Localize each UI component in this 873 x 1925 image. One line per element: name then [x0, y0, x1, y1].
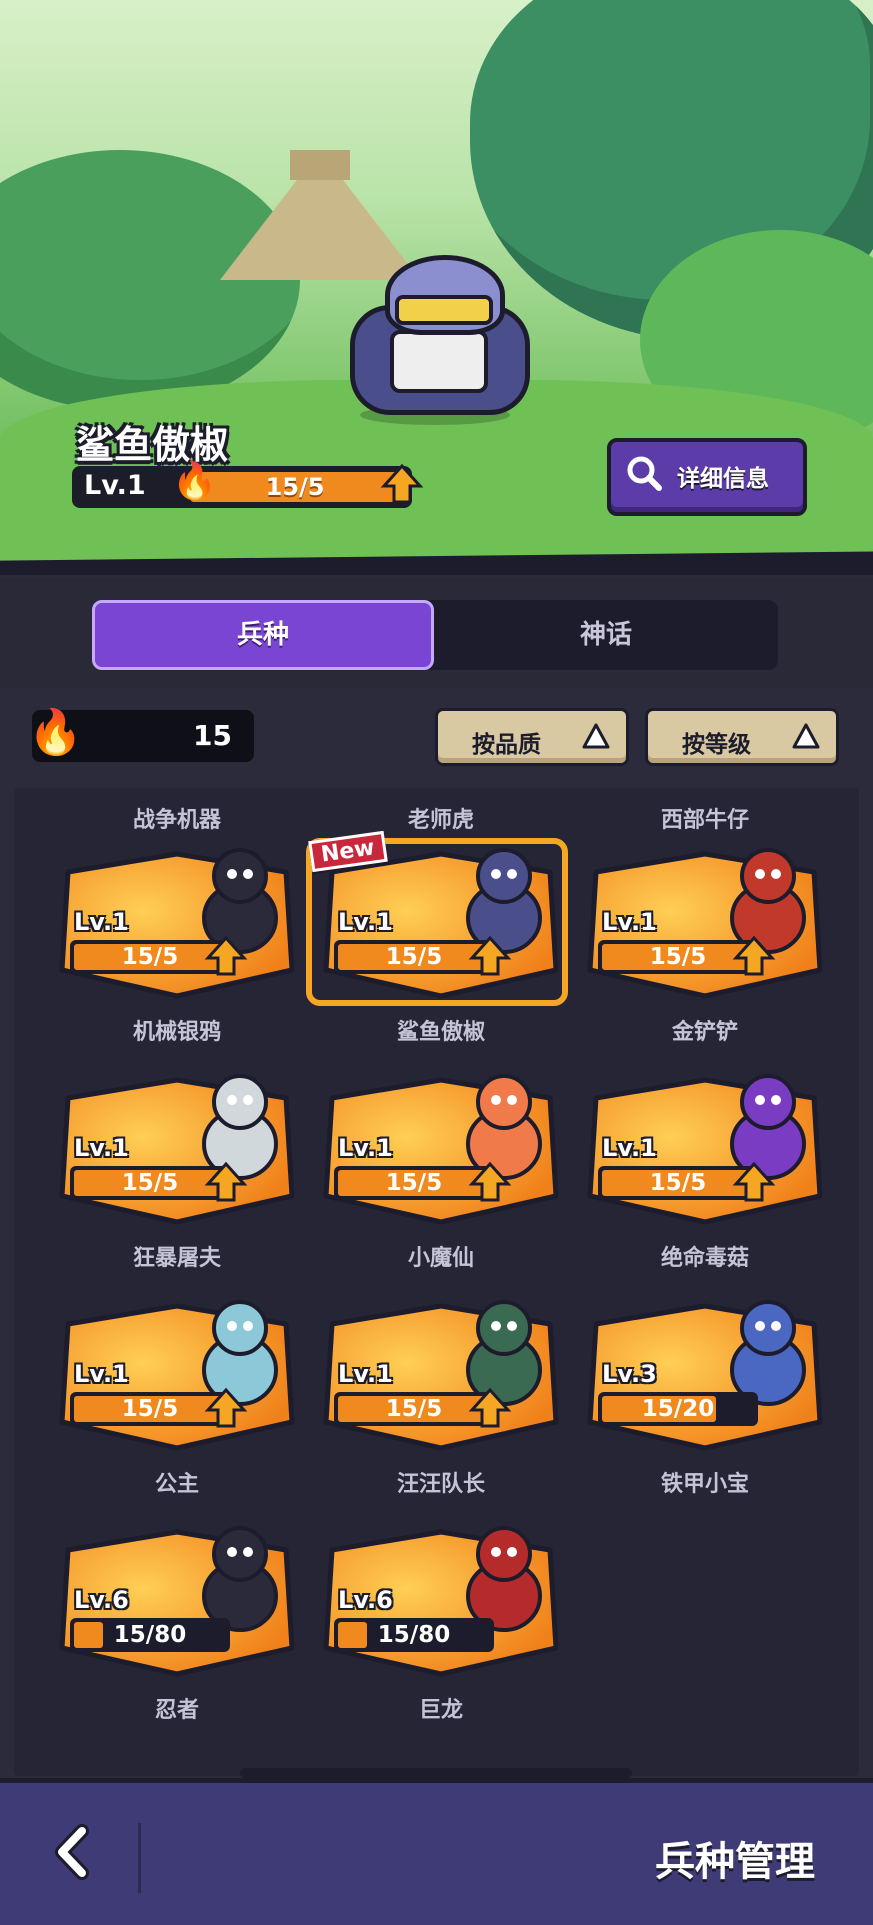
- card-name: 巨龙: [418, 1698, 463, 1723]
- card-name: 铁甲小宝: [660, 1472, 749, 1497]
- detail-info-button[interactable]: 详细信息: [607, 438, 807, 516]
- troop-card[interactable]: Lv.1 15/5: [54, 832, 300, 1000]
- troop-card[interactable]: Lv.1 15/5: [54, 1058, 300, 1226]
- bottom-bar: 兵种管理: [0, 1778, 873, 1925]
- bottom-divider: [138, 1823, 141, 1893]
- sort-by-quality-button[interactable]: 按品质: [435, 708, 629, 766]
- troop-card[interactable]: New Lv.1 15/5: [306, 830, 568, 1006]
- troop-card[interactable]: Lv.1 15/5: [582, 1058, 828, 1226]
- upgrade-arrow-icon[interactable]: [732, 1160, 776, 1204]
- card-name-top: 老师虎: [407, 808, 474, 833]
- upgrade-arrow-icon[interactable]: [468, 1160, 512, 1204]
- hero-progress-text: 15/5: [265, 473, 325, 501]
- detail-info-label: 详细信息: [677, 466, 769, 492]
- scrollbar[interactable]: [240, 1768, 632, 1778]
- hero-level-bar: Lv.1 🔥 15/5: [72, 461, 424, 508]
- card-name: 公主: [154, 1472, 199, 1497]
- upgrade-arrow-icon[interactable]: [380, 462, 424, 506]
- card-level: Lv.1: [602, 1134, 657, 1162]
- card-level: Lv.1: [74, 1134, 129, 1162]
- card-level: Lv.6: [338, 1586, 393, 1614]
- upgrade-arrow-icon[interactable]: [204, 1160, 248, 1204]
- card-name: 机械银鸦: [132, 1020, 221, 1045]
- card-level: Lv.1: [338, 1134, 393, 1162]
- troop-card[interactable]: Lv.1 15/5: [318, 1284, 564, 1452]
- card-level: Lv.3: [602, 1360, 657, 1388]
- troop-card[interactable]: Lv.1 15/5: [54, 1284, 300, 1452]
- card-name: 忍者: [154, 1698, 199, 1723]
- card-name: 汪汪队长: [396, 1472, 485, 1497]
- tab-area: 兵种 神话: [0, 578, 873, 688]
- card-progress-bar: 15/80: [334, 1618, 494, 1652]
- hero-character[interactable]: [330, 255, 540, 425]
- search-icon: [627, 456, 662, 491]
- card-name: 绝命毒菇: [660, 1246, 749, 1271]
- card-level: Lv.1: [338, 908, 393, 936]
- fire-icon: 🔥: [28, 707, 83, 758]
- card-name: 小魔仙: [407, 1246, 474, 1271]
- chevron-left-icon[interactable]: [40, 1817, 110, 1887]
- troop-card[interactable]: Lv.3 15/20: [582, 1284, 828, 1452]
- hero-belly: [390, 330, 488, 393]
- triangle-up-icon: [792, 723, 820, 749]
- screen-title: 兵种管理: [655, 1839, 815, 1885]
- troop-card[interactable]: Lv.6 15/80: [54, 1510, 300, 1678]
- card-name: 金铲铲: [671, 1020, 738, 1045]
- upgrade-arrow-icon[interactable]: [732, 934, 776, 978]
- fire-resource-value: 15: [193, 719, 232, 752]
- card-name: 狂暴屠夫: [132, 1246, 221, 1271]
- sort-by-quality-label: 按品质: [472, 732, 541, 758]
- sort-by-level-button[interactable]: 按等级: [645, 708, 839, 766]
- upgrade-arrow-icon[interactable]: [468, 1386, 512, 1430]
- card-name-top: 战争机器: [132, 808, 221, 833]
- card-level: Lv.1: [602, 908, 657, 936]
- card-level: Lv.6: [74, 1586, 129, 1614]
- card-level: Lv.1: [74, 1360, 129, 1388]
- card-progress-text: 15/20: [641, 1396, 715, 1422]
- card-progress-text: 15/80: [377, 1622, 451, 1648]
- tab-bar: 兵种 神话: [92, 600, 778, 670]
- card-progress-bar: 15/80: [70, 1618, 230, 1652]
- card-level: Lv.1: [74, 908, 129, 936]
- card-name: 鲨鱼傲椒: [396, 1020, 485, 1045]
- hero-shark-teeth: [395, 295, 493, 325]
- card-progress-bar: 15/20: [598, 1392, 758, 1426]
- pyramid-top: [290, 150, 350, 180]
- tab-mythic[interactable]: 神话: [434, 600, 778, 670]
- triangle-up-icon: [582, 723, 610, 749]
- troop-card[interactable]: Lv.1 15/5: [582, 832, 828, 1000]
- troop-card[interactable]: Lv.1 15/5: [318, 1058, 564, 1226]
- card-name-top: 西部牛仔: [660, 808, 749, 833]
- toolbar: 🔥 15 按品质 按等级: [0, 688, 873, 788]
- card-progress-text: 15/80: [113, 1622, 187, 1648]
- upgrade-arrow-icon[interactable]: [204, 934, 248, 978]
- hero-level: Lv.1: [84, 470, 146, 501]
- upgrade-arrow-icon[interactable]: [468, 934, 512, 978]
- troop-grid[interactable]: 战争机器 老师虎 西部牛仔 Lv.1 15/5 机械银鸦 New Lv.1 15/5 鲨鱼傲…: [14, 788, 859, 1776]
- fire-resource-counter: 🔥 15: [28, 707, 254, 762]
- hero-banner: 鲨鱼傲椒 Lv.1 🔥 15/5 详细信息: [0, 0, 873, 575]
- sort-by-level-label: 按等级: [682, 732, 751, 758]
- tab-troops[interactable]: 兵种: [92, 600, 434, 670]
- card-level: Lv.1: [338, 1360, 393, 1388]
- troop-card[interactable]: Lv.6 15/80: [318, 1510, 564, 1678]
- upgrade-arrow-icon[interactable]: [204, 1386, 248, 1430]
